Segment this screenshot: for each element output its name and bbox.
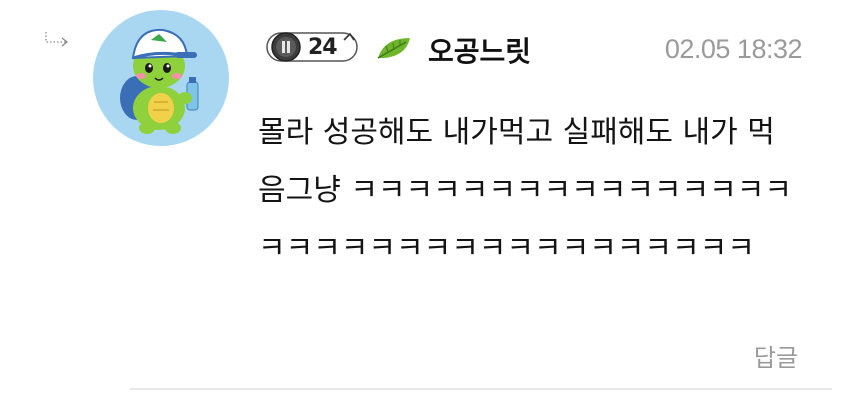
comment-header: 24 오공느릿 02.05 18:32 bbox=[262, 26, 803, 70]
avatar[interactable] bbox=[93, 10, 229, 146]
comment-timestamp: 02.05 18:32 bbox=[664, 34, 803, 64]
divider bbox=[130, 388, 832, 390]
reply-button[interactable]: 답글 bbox=[754, 338, 798, 373]
comment-text: 몰라 성공해도 내가먹고 실패해도 내가 먹음그냥 ㅋㅋㅋㅋㅋㅋㅋㅋㅋㅋㅋㅋㅋㅋ… bbox=[258, 115, 792, 266]
leaf-icon bbox=[377, 38, 410, 59]
author-nickname[interactable]: 오공느릿 bbox=[428, 30, 531, 70]
turtle-character-avatar bbox=[120, 28, 199, 134]
level-number: 24 bbox=[308, 35, 338, 60]
level-badge: 24 bbox=[266, 30, 358, 64]
reply-arrow-icon bbox=[45, 32, 69, 47]
